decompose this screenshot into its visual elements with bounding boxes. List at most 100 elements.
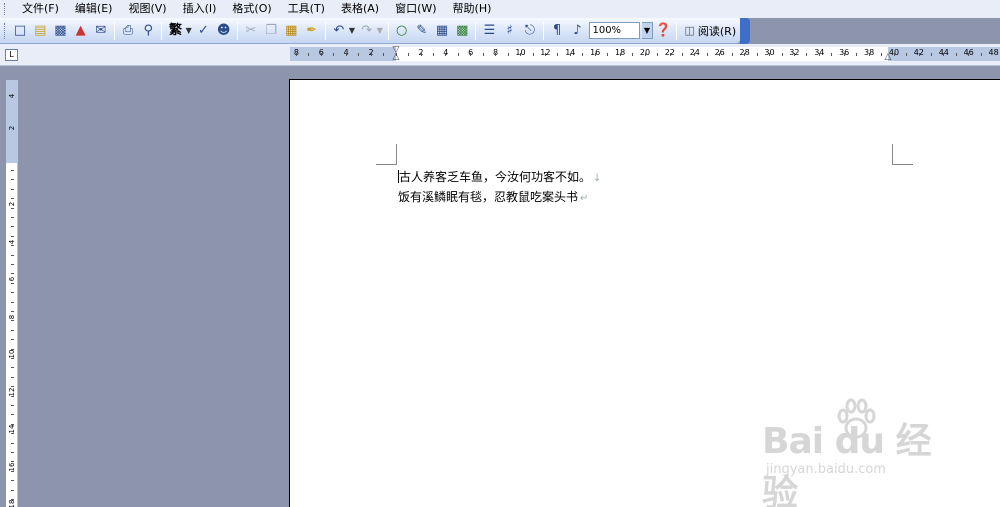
ruler-tick	[694, 53, 696, 56]
vertical-ruler-tick	[11, 433, 14, 435]
menu-help[interactable]: 帮助(H)	[445, 0, 500, 18]
vertical-ruler-tick	[11, 301, 14, 303]
cut-icon[interactable]: ✂	[241, 20, 261, 41]
ruler-tick	[731, 53, 733, 56]
book-icon: ◫	[684, 24, 695, 37]
vertical-ruler-tick	[11, 273, 14, 275]
permission-icon[interactable]: ▲	[71, 20, 91, 41]
toolbar-grip[interactable]	[4, 22, 8, 39]
horizontal-ruler-area: L 8642 246810121416182022242628303234363…	[0, 44, 1000, 66]
traditional-chinese-button[interactable]: 繁	[165, 20, 185, 41]
ruler-tick	[794, 53, 795, 56]
vertical-ruler-tick	[11, 386, 14, 388]
show-hide-icon[interactable]: ¶	[547, 20, 567, 41]
ruler-tick	[470, 53, 472, 56]
vertical-ruler-tick	[11, 170, 14, 171]
research-icon[interactable]: ☻	[214, 20, 234, 41]
watermark-url: jingyan.baidu.com	[766, 462, 886, 477]
vertical-ruler-tick	[11, 282, 14, 284]
toolbar-separator	[161, 21, 163, 40]
ruler-tick	[781, 53, 783, 56]
print-icon[interactable]: ⎙	[118, 20, 138, 41]
menu-view[interactable]: 视图(V)	[120, 0, 174, 18]
help-icon[interactable]: ❓	[653, 20, 673, 41]
menu-file[interactable]: 文件(F)	[14, 0, 67, 18]
columns-icon[interactable]: ☰	[479, 20, 499, 41]
ruler-tick	[868, 53, 870, 56]
ruler-tick	[955, 53, 957, 56]
print-preview-icon[interactable]: ⚲	[138, 20, 158, 41]
vertical-ruler-tick	[11, 470, 14, 472]
ruler-tick	[383, 53, 385, 56]
redo-dropdown-icon[interactable]: ▼	[377, 26, 385, 35]
vertical-ruler-tick	[11, 311, 14, 312]
read-mode-button[interactable]: ◫ 阅读(R)	[680, 21, 740, 41]
vertical-ruler-tick	[11, 367, 14, 369]
tab-selector[interactable]: L	[5, 49, 18, 61]
crop-mark-top-right	[892, 144, 913, 165]
ruler-tick	[893, 53, 895, 56]
ruler-tick	[980, 53, 982, 56]
menu-table[interactable]: 表格(A)	[333, 0, 387, 18]
vertical-ruler-tick	[11, 254, 14, 256]
vertical-ruler-tick	[11, 292, 14, 294]
zoom-dropdown-icon[interactable]: ▼	[641, 22, 654, 39]
format-painter-icon[interactable]: ✒	[301, 20, 321, 41]
new-document-icon[interactable]: □	[10, 20, 30, 41]
menu-window[interactable]: 窗口(W)	[387, 0, 444, 18]
vertical-ruler-tick	[11, 339, 14, 341]
ruler-number: 48	[988, 48, 999, 57]
ruler-tick	[843, 53, 845, 56]
open-folder-icon[interactable]: ▤	[30, 20, 50, 41]
ruler-tick	[594, 53, 596, 56]
vertical-ruler-tick	[11, 207, 14, 209]
ruler-tick	[657, 53, 659, 56]
document-line-1[interactable]: 古人养客乏车鱼，今汝何功客不如。 ↓	[398, 168, 601, 188]
menubar-grip[interactable]	[4, 3, 8, 15]
ruler-tick	[582, 53, 584, 56]
document-body[interactable]: 古人养客乏车鱼，今汝何功客不如。 ↓ 饭有溪鳞眠有毯，忍教鼠吃案头书 ↵	[398, 168, 601, 208]
toolbar-separator	[387, 21, 389, 40]
vertical-ruler-tick	[11, 358, 14, 359]
toolbar-options-button[interactable]	[740, 18, 750, 44]
ruler-tick	[457, 53, 459, 56]
ruler-tick	[432, 53, 434, 56]
zoom-input[interactable]: 100%	[589, 22, 640, 39]
menu-insert[interactable]: 插入(I)	[175, 0, 225, 18]
vertical-ruler-number: 4	[8, 93, 16, 99]
tables-borders-icon[interactable]: ✎	[412, 20, 432, 41]
save-icon[interactable]: ▩	[50, 20, 70, 41]
vertical-ruler-tick	[11, 405, 14, 406]
vertical-ruler[interactable]: 4 2 2 4 6 8 10 12 14 16 18	[6, 80, 18, 507]
hyperlink-icon[interactable]: ○	[392, 20, 412, 41]
menu-tools[interactable]: 工具(T)	[280, 0, 333, 18]
spelling-icon[interactable]: ✓	[193, 20, 213, 41]
paste-icon[interactable]: ▦	[281, 20, 301, 41]
language-icon[interactable]: ♪	[567, 20, 587, 41]
horizontal-ruler[interactable]: 8642 24681012141618202224262830323436384…	[290, 46, 1000, 62]
traditional-chinese-dropdown-icon[interactable]: ▼	[186, 26, 194, 35]
insert-table-icon[interactable]: ▦	[432, 20, 452, 41]
right-indent-icon[interactable]: △	[885, 53, 892, 62]
document-line-2[interactable]: 饭有溪鳞眠有毯，忍教鼠吃案头书 ↵	[398, 188, 601, 208]
email-icon[interactable]: ✉	[91, 20, 111, 41]
insert-excel-icon[interactable]: ▩	[452, 20, 472, 41]
ruler-tick	[445, 53, 447, 56]
first-line-indent-icon[interactable]: ▽ △	[393, 46, 400, 62]
vertical-ruler-tick	[11, 499, 14, 500]
redo-icon[interactable]: ↷	[357, 20, 377, 41]
ruler-tick	[968, 53, 970, 56]
ruler-tick	[495, 53, 497, 56]
menu-format[interactable]: 格式(O)	[224, 0, 279, 18]
crop-mark-top-left	[376, 144, 397, 165]
document-map-icon[interactable]: ⎋	[520, 20, 540, 41]
menu-edit[interactable]: 编辑(E)	[67, 0, 121, 18]
vertical-ruler-tick	[11, 264, 14, 265]
vertical-ruler-tick	[11, 442, 14, 444]
vertical-ruler-tick	[11, 489, 14, 491]
undo-icon[interactable]: ↶	[329, 20, 349, 41]
copy-icon[interactable]: ❐	[261, 20, 281, 41]
drawing-icon[interactable]: ♯	[500, 20, 520, 41]
toolbar-separator	[324, 21, 326, 40]
undo-dropdown-icon[interactable]: ▼	[349, 26, 357, 35]
